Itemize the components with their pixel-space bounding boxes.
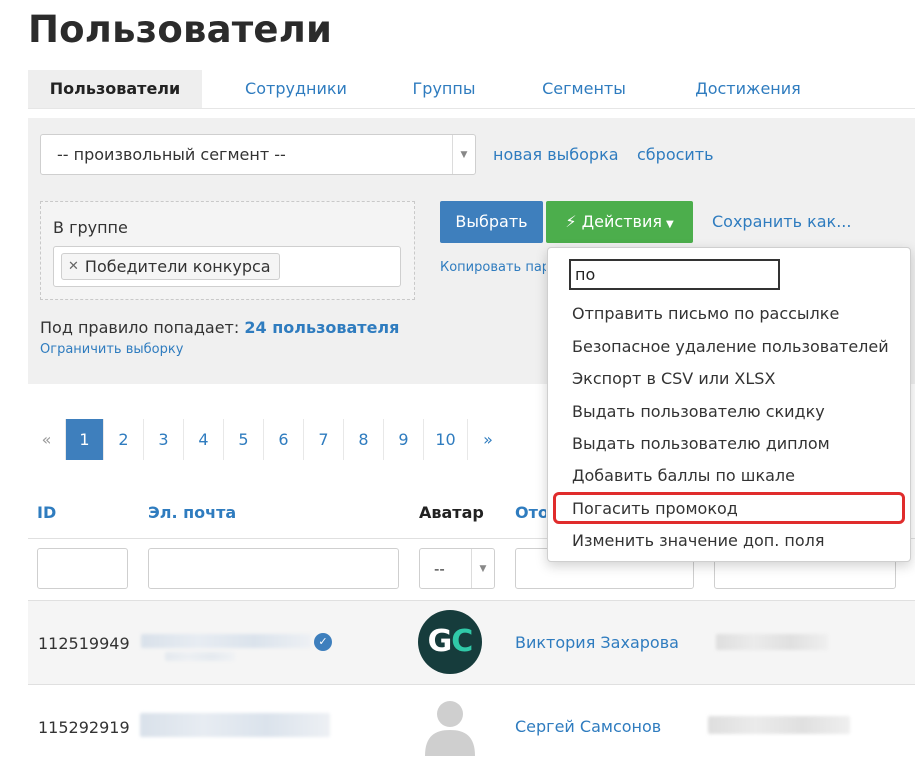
segment-select-value: -- произвольный сегмент -- (57, 145, 286, 164)
reset-link[interactable]: сбросить (637, 145, 714, 164)
pagination: « 1 2 3 4 5 6 7 8 9 10 » (28, 419, 508, 460)
menu-item-send-mailing[interactable]: Отправить письмо по рассылке (572, 304, 839, 323)
pagination-page[interactable]: 4 (184, 419, 224, 460)
tab-users[interactable]: Пользователи (28, 70, 202, 108)
tab-groups[interactable]: Группы (398, 70, 490, 108)
tab-achievements[interactable]: Достижения (683, 70, 813, 108)
pagination-page[interactable]: 5 (224, 419, 264, 460)
avatar-filter-select[interactable]: -- ▼ (419, 548, 495, 589)
tabs-divider (28, 108, 915, 109)
save-as-link[interactable]: Сохранить как... (712, 212, 851, 231)
pagination-page[interactable]: 10 (424, 419, 468, 460)
actions-button-label: Действия (581, 212, 662, 231)
verified-icon: ✓ (314, 633, 332, 651)
email-redacted (141, 634, 311, 648)
highlight-box (553, 492, 905, 524)
row-id: 115292919 (38, 718, 130, 737)
caret-down-icon: ▼ (665, 219, 674, 230)
menu-item-give-diploma[interactable]: Выдать пользователю диплом (572, 434, 830, 453)
pagination-page[interactable]: 8 (344, 419, 384, 460)
group-tag: ✕ Победители конкурса (61, 253, 280, 280)
column-header-email[interactable]: Эл. почта (148, 503, 236, 522)
pagination-page[interactable]: 2 (104, 419, 144, 460)
pagination-page[interactable]: 3 (144, 419, 184, 460)
new-selection-link[interactable]: новая выборка (493, 145, 619, 164)
rule-count-prefix: Под правило попадает: (40, 318, 240, 337)
copy-params-link[interactable]: Копировать параметры (440, 260, 546, 275)
column-header-id[interactable]: ID (37, 503, 56, 522)
email-filter-input[interactable] (148, 548, 399, 589)
select-button[interactable]: Выбрать (440, 201, 543, 243)
id-filter-input[interactable] (37, 548, 128, 589)
field-redacted (716, 634, 828, 650)
tab-segments[interactable]: Сегменты (528, 70, 640, 108)
menu-item-export[interactable]: Экспорт в CSV или XLSX (572, 369, 775, 388)
lightning-icon: ⚡ (565, 212, 577, 231)
pagination-page[interactable]: 6 (264, 419, 304, 460)
chevron-down-icon: ▼ (471, 549, 494, 588)
pagination-page[interactable]: 1 (66, 419, 104, 460)
avatar-initial: G (427, 624, 453, 659)
avatar-placeholder-icon (421, 696, 479, 756)
actions-search-input[interactable]: по (569, 259, 780, 290)
row-id: 112519949 (38, 634, 130, 653)
field-redacted (708, 716, 850, 734)
pagination-next[interactable]: » (468, 419, 508, 460)
rule-count-value: 24 пользователя (244, 318, 400, 337)
tabs: Пользователи Сотрудники Группы Сегменты … (28, 70, 915, 108)
menu-item-safe-delete[interactable]: Безопасное удаление пользователей (572, 337, 889, 356)
column-header-name[interactable]: Отображаемое имя (515, 503, 546, 522)
chevron-down-icon: ▼ (452, 135, 475, 174)
limit-selection-link[interactable]: Ограничить выборку (40, 342, 183, 357)
actions-button[interactable]: ⚡ Действия ▼ (546, 201, 693, 243)
column-header-avatar: Аватар (419, 503, 484, 522)
avatar-filter-value: -- (434, 560, 445, 578)
page-title: Пользователи (28, 8, 333, 51)
email-redacted (165, 652, 235, 661)
remove-tag-icon[interactable]: ✕ (68, 259, 79, 274)
user-name-link[interactable]: Сергей Самсонов (515, 717, 661, 736)
rule-count-text: Под правило попадает: 24 пользователя (40, 318, 399, 337)
pagination-prev[interactable]: « (28, 419, 66, 460)
email-redacted (140, 713, 330, 737)
avatar: GC (418, 610, 482, 674)
menu-item-add-points[interactable]: Добавить баллы по шкале (572, 466, 795, 485)
tab-employees[interactable]: Сотрудники (228, 70, 364, 108)
menu-item-change-field[interactable]: Изменить значение доп. поля (572, 531, 825, 550)
user-name-link[interactable]: Виктория Захарова (515, 633, 679, 652)
group-tag-label: Победители конкурса (84, 257, 271, 276)
pagination-page[interactable]: 9 (384, 419, 424, 460)
segment-select[interactable]: -- произвольный сегмент -- ▼ (40, 134, 476, 175)
avatar-initial: C (451, 624, 473, 659)
pagination-page[interactable]: 7 (304, 419, 344, 460)
menu-item-give-discount[interactable]: Выдать пользователю скидку (572, 402, 825, 421)
group-condition-label: В группе (53, 218, 128, 237)
